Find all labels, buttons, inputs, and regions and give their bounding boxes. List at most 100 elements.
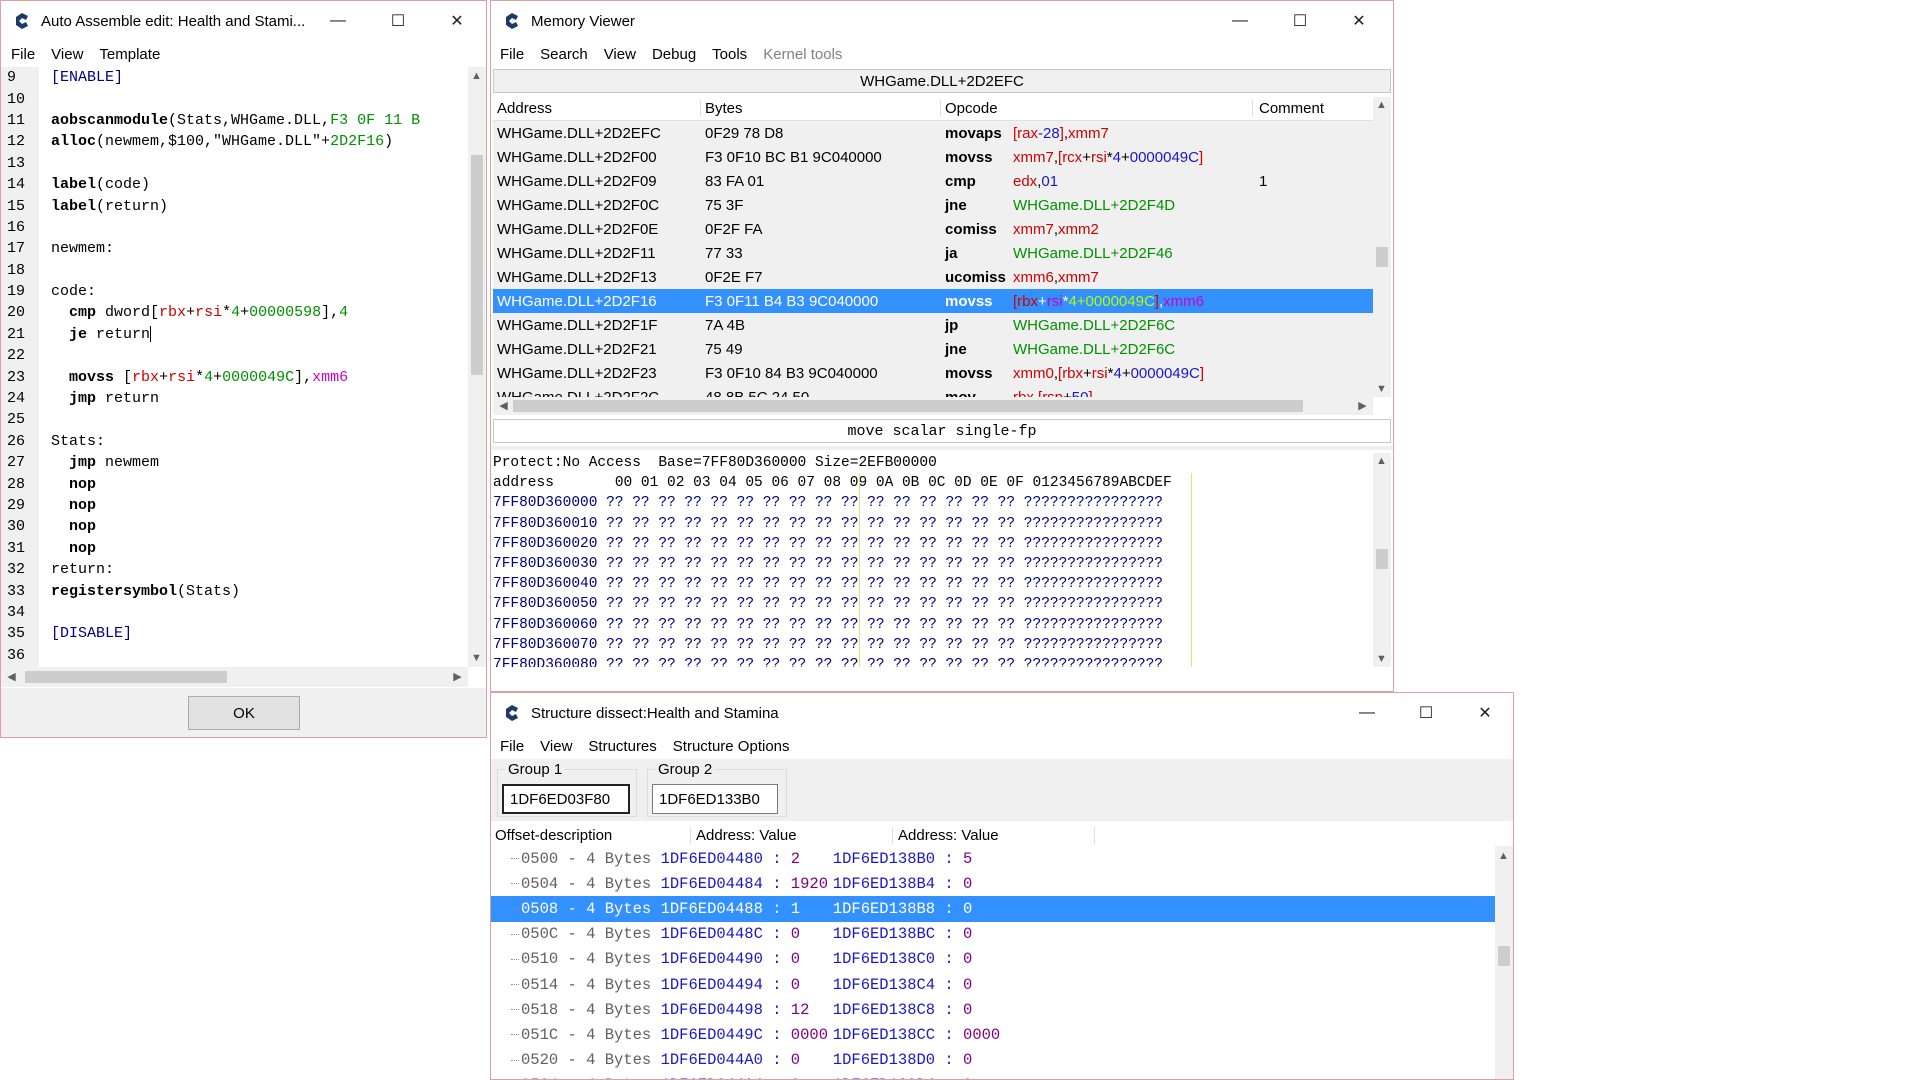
hex-vertical-scrollbar[interactable]: ▲ ▼ — [1373, 453, 1391, 667]
code-line[interactable]: 13 — [1, 152, 468, 174]
menu-template[interactable]: Template — [91, 46, 168, 63]
auto-assemble-titlebar[interactable]: Auto Assemble edit: Health and Stami... … — [1, 1, 486, 41]
code-line[interactable]: 17 newmem: — [1, 238, 468, 260]
menu-file[interactable]: File — [492, 738, 532, 755]
hex-row[interactable]: 7FF80D360010 ?? ?? ?? ?? ?? ?? ?? ?? ?? … — [493, 514, 1373, 534]
hex-row[interactable]: 7FF80D360080 ?? ?? ?? ?? ?? ?? ?? ?? ?? … — [493, 655, 1373, 667]
code-line[interactable]: 18 — [1, 259, 468, 281]
menu-tools[interactable]: Tools — [704, 46, 755, 63]
menu-file[interactable]: File — [492, 46, 532, 63]
group2-address-input[interactable]: 1DF6ED133B0 — [652, 784, 778, 814]
code-line[interactable]: 29 nop — [1, 494, 468, 517]
code-line[interactable]: 20 cmp dword[rbx+rsi*4+00000598],4 — [1, 302, 468, 324]
disassembler-view[interactable]: WHGame.DLL+2D2EFC 0F29 78 D8 movaps [rax-28… — [493, 121, 1373, 397]
code-line[interactable]: 27 jmp newmem — [1, 452, 468, 474]
menu-kernel-tools[interactable]: Kernel tools — [755, 46, 850, 63]
code-line[interactable]: 36 — [1, 644, 468, 666]
code-line[interactable]: 10 — [1, 88, 468, 110]
disassembly-row[interactable]: WHGame.DLL+2D2F00 F3 0F10 BC B1 9C040000 m… — [493, 145, 1373, 169]
code-line[interactable]: 21 je return — [1, 323, 468, 346]
code-line[interactable]: 12 alloc(newmem,$100,"WHGame.DLL"+2D2F16) — [1, 131, 468, 153]
column-address[interactable]: Address — [493, 100, 701, 117]
structure-row[interactable]: 0520 - 4 Bytes 1DF6ED044A0 : 0 1DF6ED138D… — [491, 1048, 1495, 1073]
disassembly-row[interactable]: WHGame.DLL+2D2F21 75 49 jne WHGame.DLL+2D2F… — [493, 337, 1373, 361]
disassembler-horizontal-scrollbar[interactable]: ◀ ▶ — [493, 397, 1373, 415]
column-comment[interactable]: Comment — [1253, 100, 1324, 117]
code-line[interactable]: 35 [DISABLE] — [1, 623, 468, 645]
menu-view[interactable]: View — [43, 46, 91, 63]
disassembly-row[interactable]: WHGame.DLL+2D2F09 83 FA 01 cmp edx,01 1 — [493, 169, 1373, 193]
code-line[interactable]: 32 return: — [1, 558, 468, 581]
column-bytes[interactable]: Bytes — [701, 100, 941, 117]
code-line[interactable]: 14 label(code) — [1, 173, 468, 196]
structure-row[interactable]: 0504 - 4 Bytes 1DF6ED04484 : 1920 1DF6ED1… — [491, 871, 1495, 896]
menu-view[interactable]: View — [532, 738, 580, 755]
hex-row[interactable]: 7FF80D360000 ?? ?? ?? ?? ?? ?? ?? ?? ?? … — [493, 493, 1373, 513]
disassembler-vertical-scrollbar[interactable]: ▲ ▼ — [1373, 97, 1391, 397]
hex-row[interactable]: 7FF80D360060 ?? ?? ?? ?? ?? ?? ?? ?? ?? … — [493, 615, 1373, 635]
code-line[interactable]: 16 — [1, 216, 468, 239]
ok-button[interactable]: OK — [188, 696, 300, 730]
menu-file[interactable]: File — [3, 46, 43, 63]
column-opcode[interactable]: Opcode — [941, 100, 1253, 117]
structure-row[interactable]: 050C - 4 Bytes 1DF6ED0448C : 0 1DF6ED138B… — [491, 922, 1495, 947]
code-line[interactable]: 30 nop — [1, 516, 468, 538]
disassembly-row[interactable]: WHGame.DLL+2D2EFC 0F29 78 D8 movaps [rax-28… — [493, 121, 1373, 145]
disassembly-row[interactable]: WHGame.DLL+2D2F11 77 33 ja WHGame.DLL+2D2F4… — [493, 241, 1373, 265]
hex-row[interactable]: 7FF80D360020 ?? ?? ?? ?? ?? ?? ?? ?? ?? … — [493, 534, 1373, 554]
code-line[interactable]: 11 aobscanmodule(Stats,WHGame.DLL,F3 0F 1… — [1, 109, 468, 132]
structure-tree[interactable]: 0500 - 4 Bytes 1DF6ED04480 : 2 1DF6ED138B… — [491, 846, 1495, 1079]
menu-structure-options[interactable]: Structure Options — [665, 738, 798, 755]
hex-view[interactable]: Protect:No Access Base=7FF80D360000 Size… — [493, 453, 1373, 667]
code-line[interactable]: 33 registersymbol(Stats) — [1, 580, 468, 602]
code-line[interactable]: 24 jmp return — [1, 387, 468, 410]
code-editor[interactable]: 9 [ENABLE] 10 11 aobscanmodule(Stats,WHGame.… — [1, 67, 468, 667]
close-icon[interactable]: ✕ — [1462, 693, 1508, 733]
code-line[interactable]: 22 — [1, 345, 468, 367]
editor-vertical-scrollbar[interactable]: ▲ ▼ — [468, 67, 486, 667]
code-line[interactable]: 19 code: — [1, 280, 468, 303]
maximize-icon[interactable]: ☐ — [1277, 1, 1323, 41]
close-icon[interactable]: ✕ — [434, 1, 480, 41]
minimize-icon[interactable]: — — [1344, 693, 1390, 733]
column-offset-description[interactable]: Offset-description — [491, 826, 691, 844]
disassembly-row[interactable]: WHGame.DLL+2D2F2C 48 8B 5C 24 50 mov rbx,[r… — [493, 385, 1373, 398]
menu-debug[interactable]: Debug — [644, 46, 704, 63]
structure-row[interactable]: 0508 - 4 Bytes 1DF6ED04488 : 1 1DF6ED138B… — [491, 896, 1495, 922]
structure-row[interactable]: 0514 - 4 Bytes 1DF6ED04494 : 0 1DF6ED138C… — [491, 972, 1495, 997]
minimize-icon[interactable]: — — [315, 1, 361, 41]
code-line[interactable]: 25 — [1, 409, 468, 431]
hex-row[interactable]: 7FF80D360040 ?? ?? ?? ?? ?? ?? ?? ?? ?? … — [493, 574, 1373, 594]
structure-row[interactable]: 0524 - 4 Bytes 1DF6ED044A4 : 01DF6ED138D… — [491, 1073, 1495, 1079]
disassembly-row[interactable]: WHGame.DLL+2D2F13 0F2E F7 ucomiss xmm6,xmm7 — [493, 265, 1373, 289]
code-line[interactable]: 28 nop — [1, 473, 468, 495]
structure-row[interactable]: 0518 - 4 Bytes 1DF6ED04498 : 12 1DF6ED138… — [491, 997, 1495, 1022]
memory-viewer-titlebar[interactable]: Memory Viewer — ☐ ✕ — [491, 1, 1393, 41]
structure-dissect-titlebar[interactable]: Structure dissect:Health and Stamina — ☐… — [491, 693, 1513, 733]
hex-row[interactable]: 7FF80D360070 ?? ?? ?? ?? ?? ?? ?? ?? ?? … — [493, 635, 1373, 655]
column-address-value-1[interactable]: Address: Value — [691, 826, 893, 844]
disassembly-row[interactable]: WHGame.DLL+2D2F16 F3 0F11 B4 B3 9C040000 m… — [493, 289, 1373, 313]
close-icon[interactable]: ✕ — [1336, 1, 1382, 41]
maximize-icon[interactable]: ☐ — [1403, 693, 1449, 733]
disassembly-row[interactable]: WHGame.DLL+2D2F23 F3 0F10 84 B3 9C040000 m… — [493, 361, 1373, 385]
editor-horizontal-scrollbar[interactable]: ◀ ▶ — [1, 667, 468, 687]
disassembly-row[interactable]: WHGame.DLL+2D2F0E 0F2F FA comiss xmm7,xmm2 — [493, 217, 1373, 241]
code-line[interactable]: 34 — [1, 601, 468, 624]
code-line[interactable]: 23 movss [rbx+rsi*4+0000049C],xmm6 — [1, 366, 468, 388]
menu-structures[interactable]: Structures — [580, 738, 664, 755]
menu-view[interactable]: View — [596, 46, 644, 63]
group1-address-input[interactable]: 1DF6ED03F80 — [502, 784, 630, 814]
structure-row[interactable]: 051C - 4 Bytes 1DF6ED0449C : 0000 1DF6ED1… — [491, 1022, 1495, 1047]
column-address-value-2[interactable]: Address: Value — [893, 826, 1095, 844]
hex-row[interactable]: 7FF80D360050 ?? ?? ?? ?? ?? ?? ?? ?? ?? … — [493, 594, 1373, 614]
hex-row[interactable]: 7FF80D360030 ?? ?? ?? ?? ?? ?? ?? ?? ?? … — [493, 554, 1373, 574]
disassembly-row[interactable]: WHGame.DLL+2D2F0C 75 3F jne WHGame.DLL+2D2F… — [493, 193, 1373, 217]
disassembly-row[interactable]: WHGame.DLL+2D2F1F 7A 4B jp WHGame.DLL+2D2F6… — [493, 313, 1373, 337]
structure-vertical-scrollbar[interactable]: ▲ — [1495, 846, 1513, 1079]
menu-search[interactable]: Search — [532, 46, 596, 63]
structure-row[interactable]: 0510 - 4 Bytes 1DF6ED04490 : 0 1DF6ED138C… — [491, 947, 1495, 972]
code-line[interactable]: 15 label(return) — [1, 195, 468, 217]
disassembler-address-bar[interactable]: WHGame.DLL+2D2EFC — [493, 69, 1391, 93]
code-line[interactable]: 9 [ENABLE] — [1, 67, 468, 89]
